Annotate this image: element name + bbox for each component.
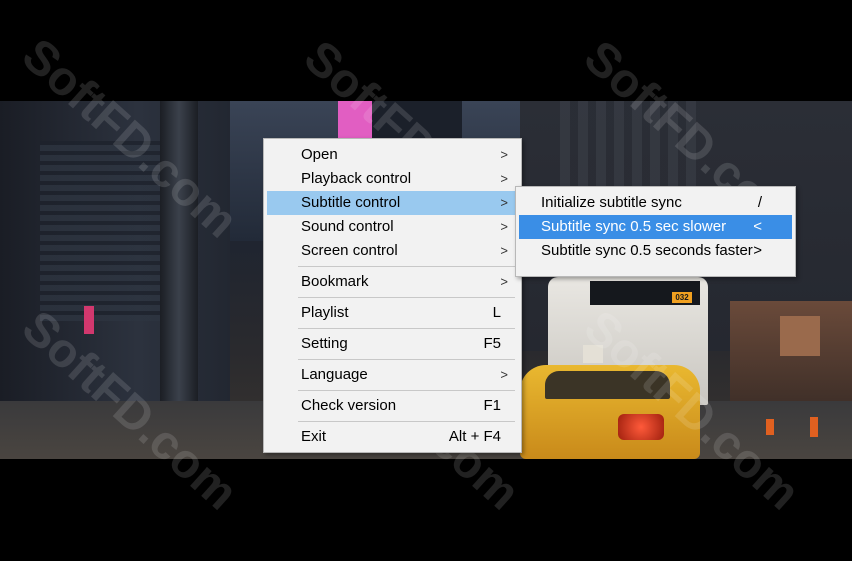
video-neon-light [84,306,94,334]
video-traffic-cone [766,419,774,435]
menu-item-label: Language [301,366,368,383]
menu-item-label: Check version [301,397,397,414]
video-taxi-taillight [618,414,664,440]
subtitle-submenu: Initialize subtitle sync / Subtitle sync… [515,186,796,277]
video-bus-number: 032 [675,293,689,302]
chevron-right-icon: > [500,274,508,289]
menu-item-shortcut: > [753,242,762,259]
menu-separator [298,328,515,329]
menu-item-subtitle-sync-faster[interactable]: Subtitle sync 0.5 seconds faster > [519,239,792,263]
menu-item-bookmark[interactable]: Bookmark > [267,270,518,294]
video-building-windows [40,141,180,321]
menu-separator [298,390,515,391]
menu-item-label: Bookmark [301,273,369,290]
menu-item-playback-control[interactable]: Playback control > [267,167,518,191]
chevron-right-icon: > [500,147,508,162]
menu-item-open[interactable]: Open > [267,143,518,167]
menu-item-playlist[interactable]: Playlist L [267,301,518,325]
context-menu: Open > Playback control > Subtitle contr… [263,138,522,453]
menu-item-check-version[interactable]: Check version F1 [267,394,518,418]
menu-separator [298,297,515,298]
chevron-right-icon: > [500,243,508,258]
menu-item-shortcut: < [753,218,762,235]
menu-item-subtitle-sync-slower[interactable]: Subtitle sync 0.5 sec slower < [519,215,792,239]
menu-item-label: Subtitle sync 0.5 sec slower [541,218,727,235]
menu-item-shortcut: / [757,194,762,211]
video-pillar [160,101,198,446]
menu-item-label: Playback control [301,170,412,187]
video-storefront-window [780,316,820,356]
menu-item-sound-control[interactable]: Sound control > [267,215,518,239]
menu-item-label: Setting [301,335,348,352]
menu-item-label: Exit [301,428,327,445]
video-neon-sign [338,101,374,141]
menu-item-setting[interactable]: Setting F5 [267,332,518,356]
menu-item-shortcut: Alt + F4 [448,428,501,445]
menu-item-label: Sound control [301,218,394,235]
menu-item-screen-control[interactable]: Screen control > [267,239,518,263]
chevron-right-icon: > [500,171,508,186]
menu-item-label: Open [301,146,338,163]
menu-item-initialize-subtitle-sync[interactable]: Initialize subtitle sync / [519,191,792,215]
menu-item-subtitle-control[interactable]: Subtitle control > [267,191,518,215]
menu-item-label: Initialize subtitle sync [541,194,682,211]
menu-item-shortcut: L [492,304,501,321]
menu-item-label: Subtitle control [301,194,401,211]
video-taxi-roof-sign [583,345,603,363]
menu-item-label: Screen control [301,242,398,259]
menu-item-shortcut: F5 [483,335,501,352]
chevron-right-icon: > [500,367,508,382]
chevron-right-icon: > [500,195,508,210]
menu-item-language[interactable]: Language > [267,363,518,387]
menu-separator [298,266,515,267]
menu-item-shortcut: F1 [483,397,501,414]
menu-separator [298,421,515,422]
menu-separator [298,359,515,360]
menu-item-label: Subtitle sync 0.5 seconds faster [541,242,753,259]
video-traffic-cone [810,417,818,437]
menu-item-label: Playlist [301,304,349,321]
chevron-right-icon: > [500,219,508,234]
video-taxi-window [545,371,670,399]
menu-item-exit[interactable]: Exit Alt + F4 [267,425,518,449]
